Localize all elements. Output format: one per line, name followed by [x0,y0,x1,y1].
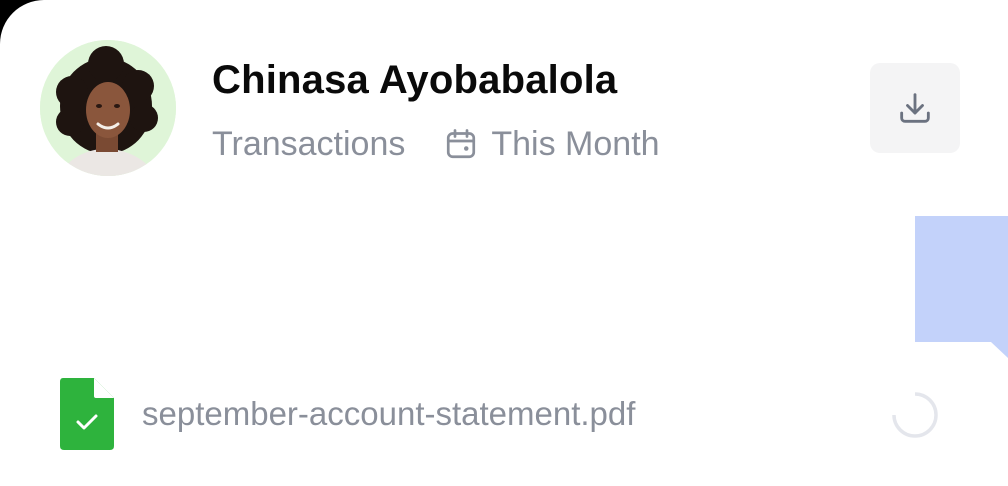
decorative-shape [915,216,1008,358]
file-item[interactable]: september-account-statement.pdf [60,378,635,450]
avatar [40,40,176,176]
file-check-icon [60,378,114,450]
period-filter[interactable]: This Month [491,125,659,164]
avatar-photo [40,40,176,176]
calendar-icon [443,126,479,162]
file-name: september-account-statement.pdf [142,395,636,432]
section-subtitle: Transactions [212,124,406,163]
download-button[interactable] [870,63,960,153]
user-name: Chinasa Ayobabalola [212,58,618,102]
loading-spinner-icon [891,391,938,438]
download-icon [900,93,930,123]
profile-meta: Transactions This Month [212,122,660,166]
transactions-card: Chinasa Ayobabalola Transactions This Mo… [0,0,1008,486]
